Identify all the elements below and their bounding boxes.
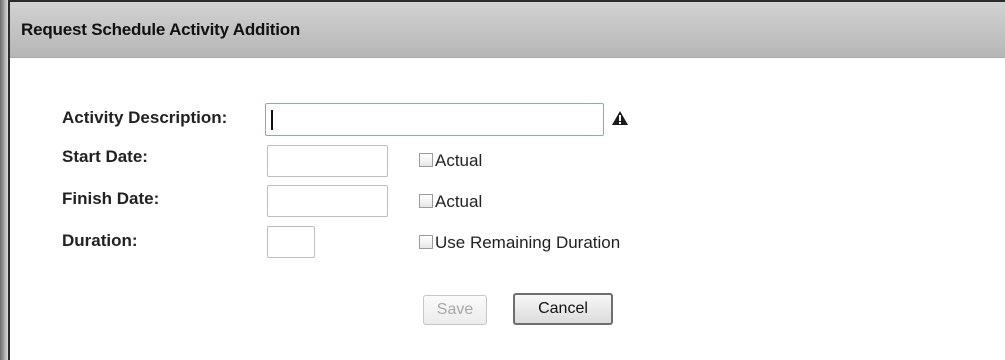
screen: Request Schedule Activity Addition Activ… (0, 0, 1005, 360)
dialog-title: Request Schedule Activity Addition (21, 20, 301, 39)
dialog-titlebar[interactable]: Request Schedule Activity Addition (10, 2, 1005, 58)
finish-date-input[interactable] (267, 185, 388, 217)
start-date-input[interactable] (267, 145, 388, 177)
activity-description-label: Activity Description: (62, 108, 228, 127)
finish-date-actual-checkbox[interactable] (419, 194, 433, 208)
cancel-button[interactable]: Cancel (513, 293, 613, 325)
save-button[interactable]: Save (423, 295, 487, 325)
text-caret (271, 110, 273, 130)
duration-label: Duration: (62, 231, 138, 250)
use-remaining-duration-checkbox[interactable] (419, 235, 433, 249)
start-date-actual-checkbox[interactable] (419, 153, 433, 167)
warning-icon (612, 111, 628, 125)
duration-input[interactable] (267, 226, 315, 258)
request-schedule-activity-dialog: Request Schedule Activity Addition Activ… (8, 0, 1005, 360)
start-date-actual-label: Actual (435, 151, 483, 170)
use-remaining-duration-label: Use Remaining Duration (435, 233, 621, 252)
finish-date-actual-label: Actual (435, 192, 483, 211)
start-date-label: Start Date: (62, 147, 148, 166)
activity-description-input[interactable] (265, 103, 604, 136)
background-window-edge (0, 0, 8, 360)
finish-date-label: Finish Date: (62, 189, 160, 208)
